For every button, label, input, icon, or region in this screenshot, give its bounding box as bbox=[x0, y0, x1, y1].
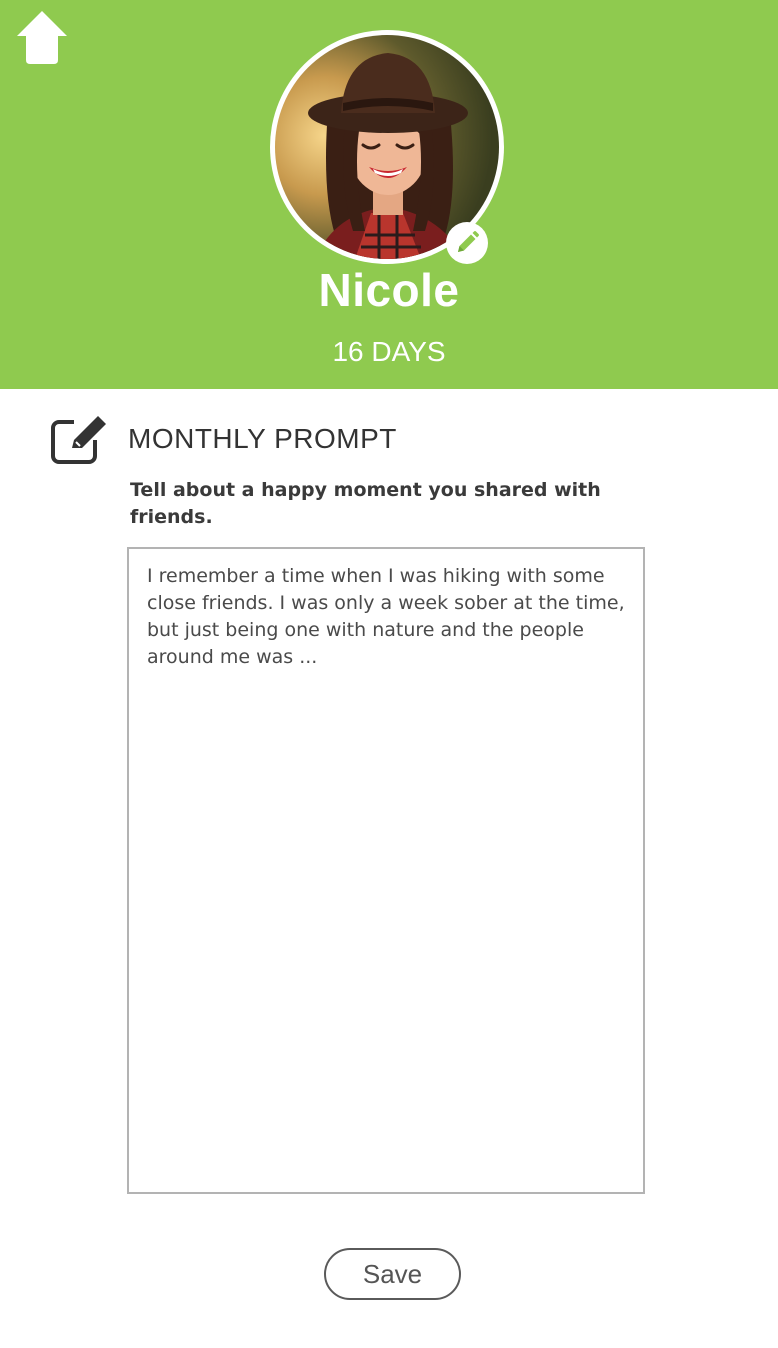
home-button[interactable] bbox=[14, 10, 70, 66]
sobriety-days: 16 DAYS bbox=[332, 336, 446, 367]
prompt-section-icon bbox=[50, 416, 110, 466]
avatar-container bbox=[270, 30, 504, 264]
user-name: Nicole bbox=[318, 264, 460, 316]
prompt-question: Tell about a happy moment you shared wit… bbox=[130, 479, 601, 528]
save-button[interactable]: Save bbox=[324, 1248, 461, 1300]
edit-square-icon bbox=[51, 416, 106, 464]
edit-avatar-button[interactable] bbox=[446, 222, 488, 264]
prompt-answer-field[interactable]: I remember a time when I was hiking with… bbox=[127, 547, 645, 1194]
prompt-title: MONTHLY PROMPT bbox=[128, 423, 397, 454]
profile-header: Nicole 16 DAYS bbox=[0, 0, 778, 389]
pencil-icon bbox=[458, 231, 479, 252]
home-icon bbox=[17, 11, 67, 64]
